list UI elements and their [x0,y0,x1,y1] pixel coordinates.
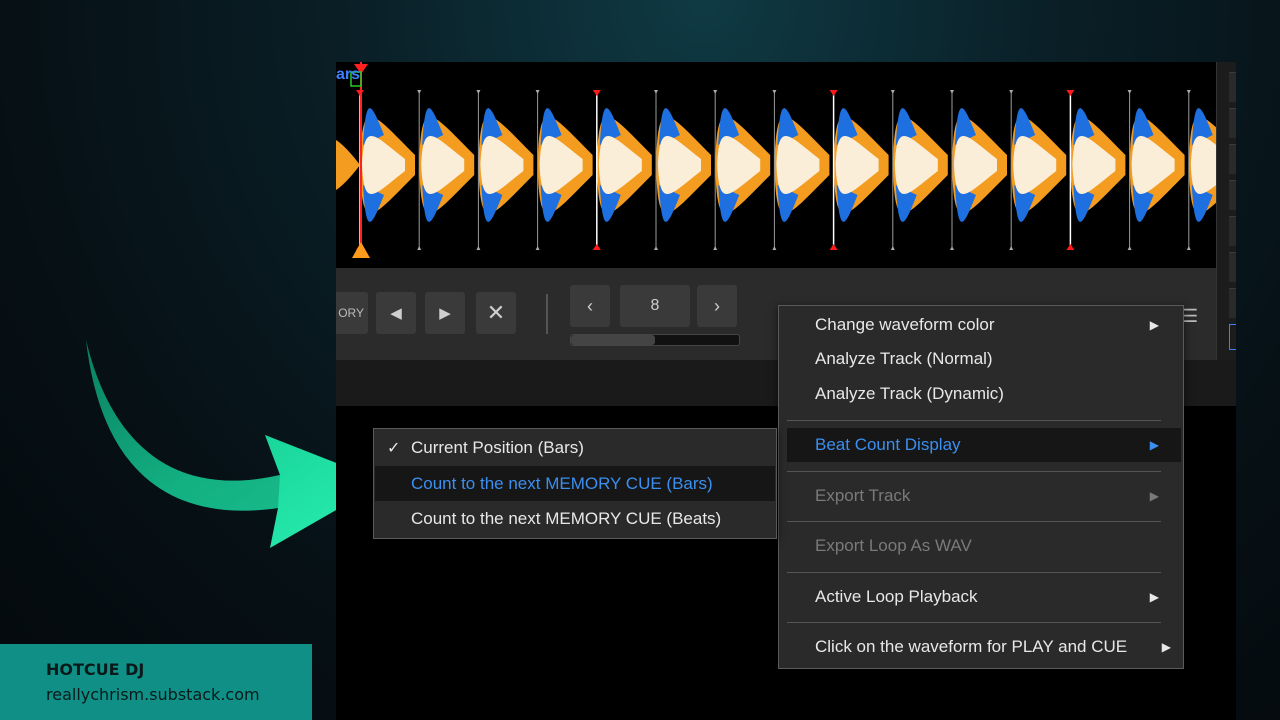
count-increase-button[interactable]: › [697,285,737,327]
submenu-item-next-memory-cue-bars[interactable]: Count to the next MEMORY CUE (Bars) [375,466,775,501]
bars-label: ars [336,66,361,83]
beat-count-submenu: ✓ Current Position (Bars) Count to the n… [373,428,777,539]
beat-count-value[interactable]: 8 [620,285,690,327]
checkmark-icon: ✓ [387,439,401,457]
right-panel-strip [1216,62,1236,362]
triangle-left-icon: ◀ [390,305,402,322]
waveform-beat [772,90,830,250]
waveform-beat [356,90,415,250]
waveform-graph[interactable] [336,62,1216,268]
menu-item-export-loop-wav[interactable]: Export Loop As WAV [787,529,1181,563]
close-icon: ✕ [486,300,506,325]
submenu-item-next-memory-cue-beats[interactable]: Count to the next MEMORY CUE (Beats) [375,501,775,536]
menu-separator [787,521,1161,522]
delete-cue-button[interactable]: ✕ [476,292,516,334]
submenu-arrow-icon: ▶ [1149,318,1159,332]
count-progress-bar [570,334,740,346]
brand-title: HOTCUE DJ [46,660,145,679]
menu-item-change-waveform-color[interactable]: Change waveform color ▶ [787,308,1181,342]
waveform-beat [950,90,1007,250]
menu-item-beat-count-display[interactable]: Beat Count Display ▶ [787,428,1181,462]
brand-url: reallychrism.substack.com [46,685,260,704]
waveform-beat [1066,90,1126,250]
brand-footer: HOTCUE DJ reallychrism.substack.com [0,644,312,720]
menu-item-click-waveform-play-cue[interactable]: Click on the waveform for PLAY and CUE ▶ [787,630,1181,664]
waveform-beat [476,90,534,250]
menu-separator [787,471,1161,472]
submenu-arrow-icon: ▶ [1161,640,1171,654]
menu-item-active-loop-playback[interactable]: Active Loop Playback ▶ [787,580,1181,614]
count-decrease-button[interactable]: ‹ [570,285,610,327]
waveform-beat [535,90,593,250]
waveform-beat [1186,90,1216,250]
submenu-arrow-icon: ▶ [1149,489,1159,503]
menu-separator [787,622,1161,623]
waveform-beat [654,90,711,250]
submenu-arrow-icon: ▶ [1149,438,1159,452]
menu-separator [787,420,1161,421]
waveform-beat [417,90,475,250]
chevron-left-icon: ‹ [587,295,593,316]
waveform-beat [890,90,948,250]
waveform-beat [1009,90,1067,250]
waveform-beat [713,90,771,250]
waveform-beat [829,90,889,250]
chevron-right-icon: › [714,295,720,316]
playhead-bottom-marker [352,242,370,258]
panel-focus-indicator [1229,324,1236,350]
prev-cue-button[interactable]: ◀ [376,292,416,334]
menu-item-analyze-dynamic[interactable]: Analyze Track (Dynamic) [787,377,1181,411]
control-divider [546,294,548,334]
triangle-right-icon: ▶ [439,305,451,322]
menu-item-analyze-normal[interactable]: Analyze Track (Normal) [787,342,1181,376]
submenu-arrow-icon: ▶ [1149,590,1159,604]
count-progress-fill [571,335,655,345]
waveform-display[interactable]: ars [336,62,1216,268]
waveform-beat [1127,90,1185,250]
waveform-beat [592,90,652,250]
menu-separator [787,572,1161,573]
submenu-item-current-position-bars[interactable]: ✓ Current Position (Bars) [375,430,775,465]
menu-item-export-track[interactable]: Export Track ▶ [787,479,1181,513]
memory-button[interactable]: ORY [336,292,368,334]
waveform-context-menu: Change waveform color ▶ Analyze Track (N… [778,305,1184,669]
next-cue-button[interactable]: ▶ [425,292,465,334]
